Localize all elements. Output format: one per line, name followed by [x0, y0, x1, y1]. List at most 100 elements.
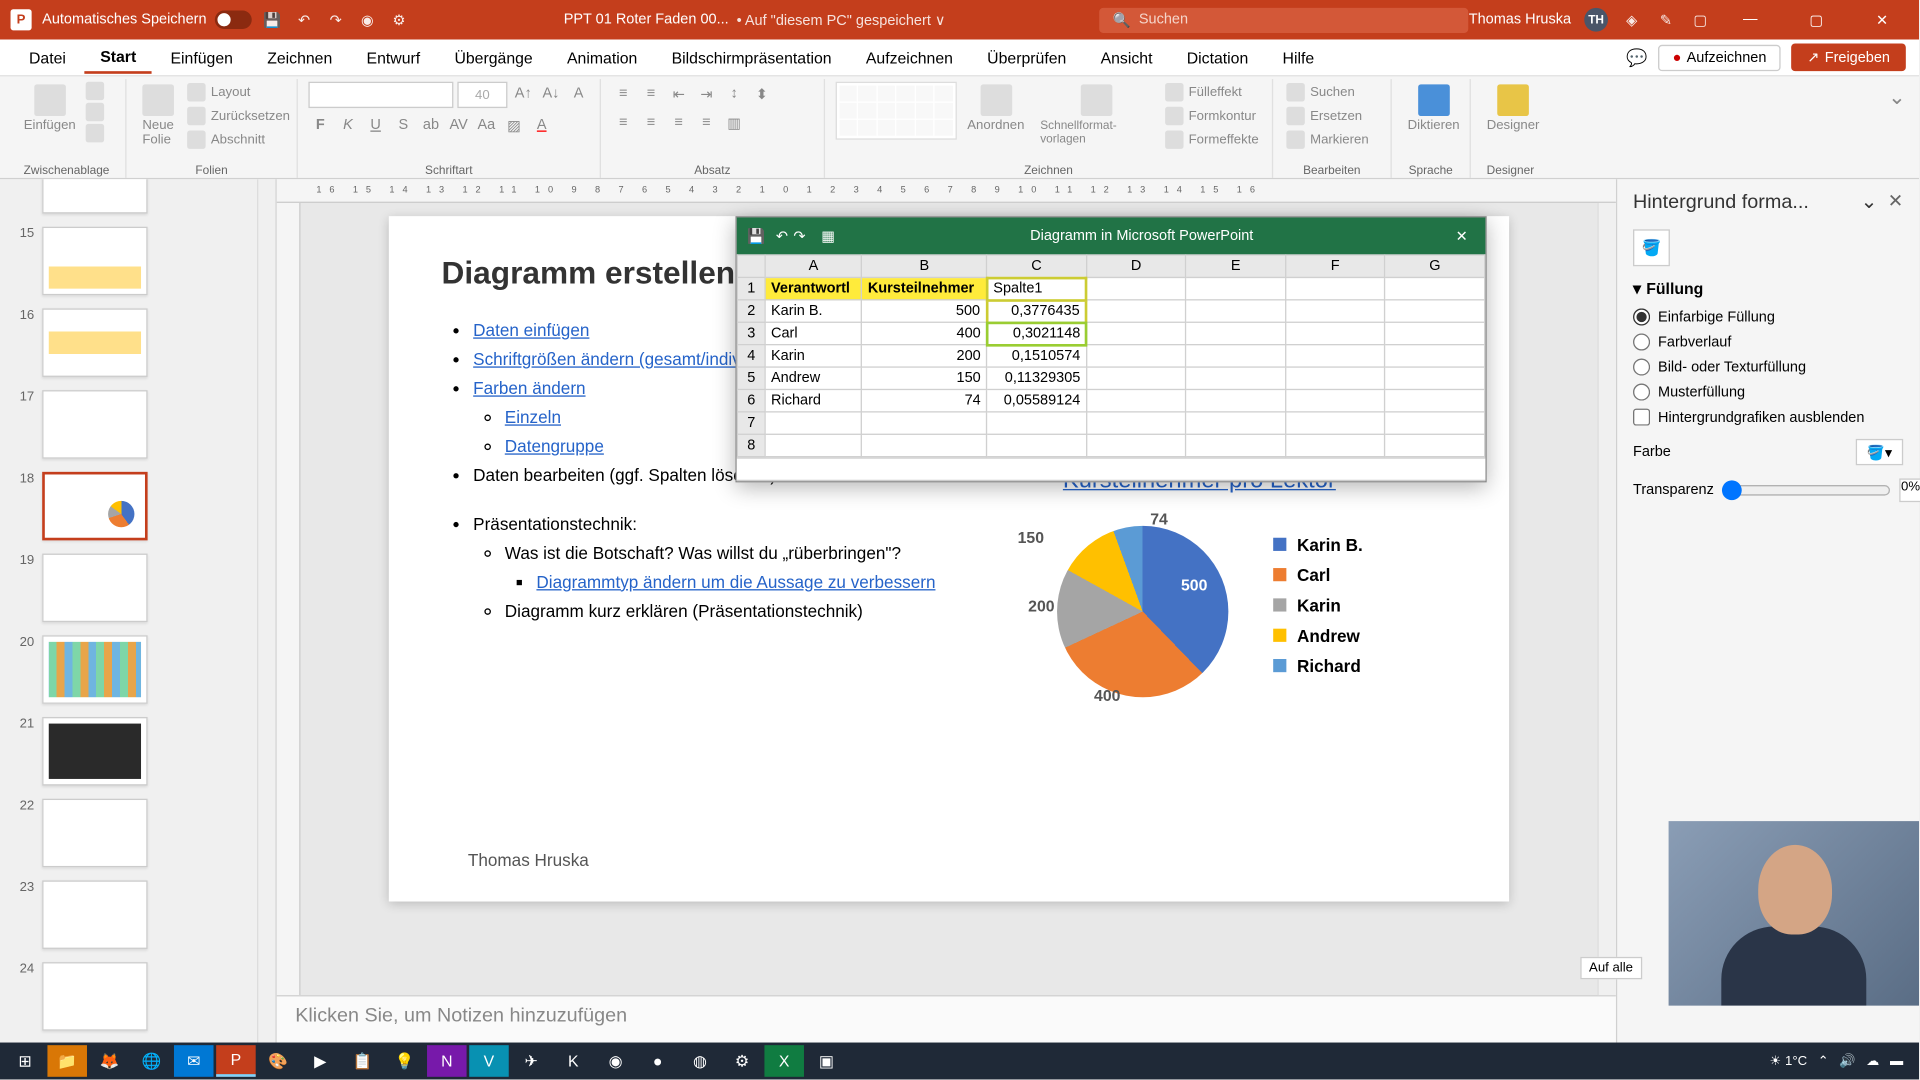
firefox-icon[interactable]: 🦊	[90, 1045, 130, 1077]
share-button[interactable]: ↗Freigeben	[1791, 43, 1905, 71]
close-button[interactable]: ✕	[1856, 0, 1909, 40]
tray-onedrive[interactable]: ☁	[1866, 1054, 1879, 1068]
maximize-button[interactable]: ▢	[1790, 0, 1843, 40]
radio-gradient[interactable]: Farbverlauf	[1633, 333, 1903, 350]
transparency-value[interactable]: 0%	[1900, 478, 1920, 502]
save-status[interactable]: • Auf "diesem PC" gespeichert ∨	[737, 11, 946, 28]
decrease-font-icon[interactable]: A↓	[539, 82, 563, 106]
tab-zeichnen[interactable]: Zeichnen	[251, 43, 348, 72]
shapes-gallery[interactable]	[836, 82, 957, 140]
pane-close-button[interactable]: ✕	[1888, 190, 1903, 214]
tab-ansicht[interactable]: Ansicht	[1085, 43, 1169, 72]
thumb-22[interactable]	[42, 799, 147, 868]
search-box[interactable]: 🔍 Suchen	[1100, 7, 1469, 32]
tab-entwurf[interactable]: Entwurf	[351, 43, 436, 72]
radio-picture[interactable]: Bild- oder Texturfüllung	[1633, 358, 1903, 375]
app-icon-4[interactable]: V	[469, 1045, 509, 1077]
tab-animation[interactable]: Animation	[551, 43, 653, 72]
app-icon-7[interactable]: ●	[638, 1045, 678, 1077]
user-avatar[interactable]: TH	[1584, 8, 1608, 32]
tab-ueberpruefen[interactable]: Überprüfen	[971, 43, 1082, 72]
app-icon-2[interactable]: 📋	[343, 1045, 383, 1077]
datasheet-scrollbar[interactable]	[737, 457, 1486, 481]
thumb-21[interactable]	[42, 717, 147, 786]
datasheet-grid[interactable]: A B C D E F G 1 Verant	[737, 254, 1486, 457]
thumbs-scrollbar[interactable]	[257, 179, 275, 1042]
increase-font-icon[interactable]: A↑	[511, 82, 535, 106]
fill-tab-icon[interactable]: 🪣	[1633, 229, 1670, 266]
bullet-3b[interactable]: Datengruppe	[505, 437, 604, 457]
tab-einfuegen[interactable]: Einfügen	[155, 43, 249, 72]
autosave-toggle[interactable]: Automatisches Speichern	[42, 11, 251, 29]
thumb-23[interactable]	[42, 880, 147, 949]
thumb-24[interactable]	[42, 962, 147, 1031]
powerpoint-taskbar-icon[interactable]: P	[216, 1045, 256, 1077]
new-slide-button[interactable]: Neue Folie	[137, 82, 179, 151]
comments-icon[interactable]: 💬	[1626, 47, 1647, 68]
col-d[interactable]: D	[1086, 255, 1186, 277]
bullet-1[interactable]: Daten einfügen	[473, 320, 589, 340]
window-icon[interactable]: ▢	[1690, 9, 1711, 30]
tray-audio[interactable]: 🔊	[1839, 1054, 1855, 1068]
pie-chart[interactable]: Kursteilnehmer pro Lektor 74 150 200 400…	[969, 467, 1430, 783]
corner-cell[interactable]	[737, 255, 765, 277]
case-button[interactable]: Aa	[474, 113, 498, 137]
highlight-button[interactable]: ▨	[502, 113, 526, 137]
underline-button[interactable]: U	[364, 113, 388, 137]
spacing-button[interactable]: AV	[447, 113, 471, 137]
font-size-combo[interactable]	[457, 82, 507, 108]
thumb-17[interactable]	[42, 390, 147, 459]
settings-icon[interactable]: ⚙	[722, 1045, 762, 1077]
ds-save-icon[interactable]: 💾	[747, 227, 765, 244]
thumb-15[interactable]	[42, 227, 147, 296]
cell-b1[interactable]: Kursteilnehmer	[862, 277, 987, 299]
app-icon-6[interactable]: ◉	[596, 1045, 636, 1077]
col-e[interactable]: E	[1186, 255, 1286, 277]
font-family-combo[interactable]	[308, 82, 453, 108]
notes-area[interactable]: Klicken Sie, um Notizen hinzuzufügen	[277, 995, 1616, 1042]
editor-scrollbar[interactable]	[1597, 203, 1615, 995]
cut-icon[interactable]	[86, 82, 104, 100]
color-picker[interactable]: 🪣▾	[1856, 439, 1903, 465]
strike-button[interactable]: S	[391, 113, 415, 137]
clear-format-icon[interactable]: A	[567, 82, 591, 106]
replace-button[interactable]: Ersetzen	[1284, 105, 1372, 126]
start-button[interactable]: ⊞	[5, 1045, 45, 1077]
chrome-icon[interactable]: 🌐	[132, 1045, 172, 1077]
col-a[interactable]: A	[765, 255, 862, 277]
app-icon-1[interactable]: 🎨	[258, 1045, 298, 1077]
fill-section[interactable]: ▾ Füllung	[1633, 279, 1903, 297]
align-right-button[interactable]: ≡	[667, 111, 691, 135]
explorer-icon[interactable]: 📁	[47, 1045, 87, 1077]
col-b[interactable]: B	[862, 255, 987, 277]
thumb-20[interactable]	[42, 635, 147, 704]
excel-icon[interactable]: X	[764, 1045, 804, 1077]
shadow-button[interactable]: ab	[419, 113, 443, 137]
cell-c1[interactable]: Spalte1	[987, 277, 1087, 299]
pane-dropdown-icon[interactable]: ⌄	[1861, 190, 1878, 214]
vlc-icon[interactable]: ▶	[301, 1045, 341, 1077]
chart-datasheet[interactable]: 💾 ↶ ↷ ▦ Diagramm in Microsoft PowerPoint…	[735, 216, 1486, 482]
save-icon[interactable]: 💾	[262, 9, 283, 30]
font-color-button[interactable]: A	[530, 113, 554, 137]
bullet-3a[interactable]: Einzeln	[505, 408, 561, 428]
app-icon-3[interactable]: 💡	[385, 1045, 425, 1077]
format-painter-icon[interactable]	[86, 124, 104, 142]
thumb-14-partial[interactable]	[42, 179, 147, 213]
numbering-button[interactable]: ≡	[639, 82, 663, 106]
col-g[interactable]: G	[1385, 255, 1485, 277]
onenote-icon[interactable]: N	[427, 1045, 467, 1077]
record-button[interactable]: ●Aufzeichnen	[1658, 44, 1781, 70]
fill-button[interactable]: Fülleffekt	[1162, 82, 1261, 103]
app-icon-5[interactable]: K	[554, 1045, 594, 1077]
datasheet-close-button[interactable]: ✕	[1448, 223, 1474, 249]
app-icon-9[interactable]: ▣	[807, 1045, 847, 1077]
app-icon-8[interactable]: ◍	[680, 1045, 720, 1077]
thumb-18[interactable]	[42, 472, 147, 541]
tab-aufzeichnen[interactable]: Aufzeichnen	[850, 43, 969, 72]
outlook-icon[interactable]: ✉	[174, 1045, 214, 1077]
ds-undo-icon[interactable]: ↶	[776, 227, 788, 244]
selected-cell[interactable]: 0,3021148	[987, 322, 1087, 344]
dictate-button[interactable]: Diktieren	[1402, 82, 1465, 136]
align-justify-button[interactable]: ≡	[695, 111, 719, 135]
